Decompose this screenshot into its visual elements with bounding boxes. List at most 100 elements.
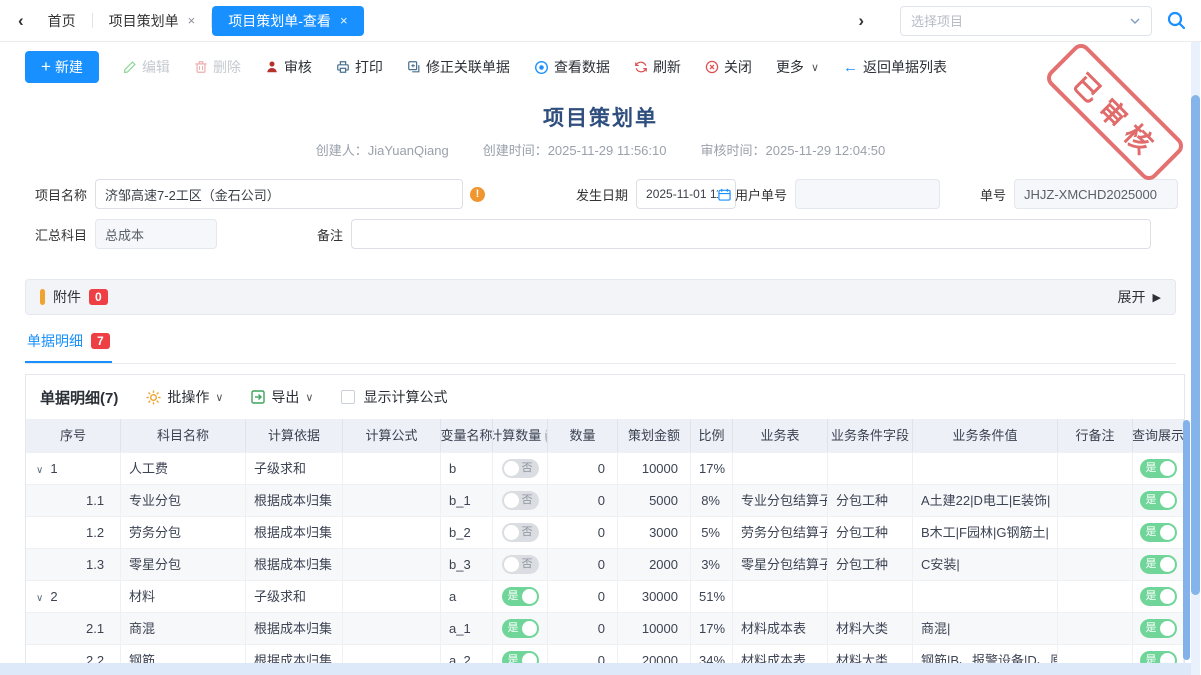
button-label: 编辑 [142,57,170,77]
tab-1[interactable]: 项目策划单× [93,6,212,36]
cell-qty: 0 [548,485,618,516]
calc-qty-toggle[interactable]: 是 [493,581,548,612]
calc-qty-toggle[interactable]: 否 [502,491,539,510]
table-row[interactable]: 2.1商混根据成本归集a_1是01000017%材料成本表材料大类商混|是 [26,612,1184,644]
remark-label: 备注 [317,225,343,244]
page-scrollbar-track[interactable] [1191,42,1200,675]
calc-qty-toggle[interactable]: 否 [493,517,548,548]
display-toggle[interactable]: 是 [1140,555,1177,574]
cell-biz-table: 零星分包结算子 [733,549,828,580]
export-dropdown[interactable]: 导出∨ [251,387,313,407]
remark-field[interactable] [351,219,1151,249]
tab-0[interactable]: 首页 [32,6,92,36]
cell-row-remark [1058,485,1133,516]
horizontal-scrollbar[interactable] [0,663,1191,675]
table-row[interactable]: ∨1人工费子级求和b否01000017%是 [26,452,1184,484]
button-label: 查看数据 [554,57,610,77]
cell-calc-formula [343,613,441,644]
info-icon[interactable]: ! [470,187,485,202]
column-header-13: 查询展示 [1133,419,1184,452]
cell-calc-basis: 根据成本归集 [246,485,343,516]
doc-no-field[interactable]: JHJZ-XMCHD2025000 [1014,179,1178,209]
table-row[interactable]: 1.2劳务分包根据成本归集b_2否030005%劳务分包结算子分包工种B木工|F… [26,516,1184,548]
close-tab-icon[interactable]: × [188,6,196,36]
summary-subject-field[interactable]: 总成本 [95,219,217,249]
cell-amount: 3000 [618,517,691,548]
calc-qty-toggle[interactable]: 否 [502,459,539,478]
expand-button[interactable]: 展开 ▶ [1118,287,1161,307]
table-body: ∨1人工费子级求和b否01000017%是1.1专业分包根据成本归集b_1否05… [26,452,1184,675]
occur-date-field[interactable]: 2025-11-01 11:47: [636,179,736,209]
cell-seq: ∨1 [26,453,121,484]
show-formula-checkbox[interactable]: 显示计算公式 [341,387,447,407]
back-to-list-button[interactable]: ←返回单据列表 [843,57,947,77]
display-toggle[interactable]: 是 [1140,491,1177,510]
cell-biz-table: 劳务分包结算子 [733,517,828,548]
pencil-icon [123,60,137,74]
closecircle-icon [705,60,719,74]
detail-count-badge: 7 [91,333,110,349]
table-row[interactable]: 1.1专业分包根据成本归集b_1否050008%专业分包结算子分包工种A土建22… [26,484,1184,516]
refresh-button[interactable]: 刷新 [634,57,681,77]
display-toggle[interactable]: 是 [1140,587,1177,606]
display-toggle[interactable]: 是 [1140,523,1177,542]
cell-cond-field: 材料大类 [828,613,913,644]
display-toggle[interactable]: 是 [1133,549,1184,580]
cell-variable: a_1 [441,613,493,644]
project-name-field[interactable]: 济邹高速7-2工区（金石公司） [95,179,463,209]
close-tab-icon[interactable]: × [340,6,348,36]
tab-2[interactable]: 项目策划单-查看× [212,6,363,36]
column-header-11: 业务条件值 [913,419,1058,452]
calc-qty-toggle[interactable]: 否 [493,453,548,484]
audit-button[interactable]: 审核 [265,57,312,77]
fix-linked-docs-button[interactable]: 修正关联单据 [407,57,510,77]
edit-button[interactable]: 编辑 [123,57,170,77]
batch-actions-dropdown[interactable]: 批操作∨ [146,387,223,407]
expand-row-icon[interactable]: ∨ [36,465,43,476]
calc-qty-toggle[interactable]: 否 [493,549,548,580]
display-toggle[interactable]: 是 [1140,459,1177,478]
user-no-field[interactable] [795,179,940,209]
display-toggle[interactable]: 是 [1133,485,1184,516]
cell-calc-basis: 根据成本归集 [246,613,343,644]
cell-variable: b [441,453,493,484]
calendar-icon [718,188,731,201]
new-button[interactable]: +新建 [25,51,99,83]
page-scrollbar-thumb[interactable] [1191,95,1200,595]
checkbox-icon [341,390,355,404]
calc-qty-toggle[interactable]: 否 [493,485,548,516]
search-icon[interactable] [1166,10,1187,31]
display-toggle[interactable]: 是 [1133,613,1184,644]
display-toggle[interactable]: 是 [1140,619,1177,638]
table-row[interactable]: ∨2材料子级求和a是03000051%是 [26,580,1184,612]
project-select[interactable]: 选择项目 [900,6,1152,36]
button-label: 刷新 [653,57,681,77]
calc-qty-toggle[interactable]: 是 [493,613,548,644]
display-toggle[interactable]: 是 [1133,453,1184,484]
tab-bar: ‹ 首页项目策划单×项目策划单-查看× › 选择项目 [0,0,1201,42]
calc-qty-toggle[interactable]: 否 [502,555,539,574]
app-window: ‹ 首页项目策划单×项目策划单-查看× › 选择项目 +新建 编辑 删除 审核 打印 修正… [0,0,1201,675]
table-row[interactable]: 1.3零星分包根据成本归集b_3否020003%零星分包结算子分包工种C安装|是 [26,548,1184,580]
print-button[interactable]: 打印 [336,57,383,77]
tabs-scroll-right-icon[interactable]: › [850,11,872,31]
calc-qty-toggle[interactable]: 否 [502,523,539,542]
tabs-scroll-left-icon[interactable]: ‹ [10,11,32,31]
expand-row-icon[interactable]: ∨ [36,593,43,604]
attachment-bar[interactable]: 附件 0 展开 ▶ [25,279,1176,315]
calc-qty-toggle[interactable]: 是 [502,619,539,638]
column-header-3: 计算公式 [343,419,441,452]
cell-biz-table [733,453,828,484]
table-vertical-scrollbar[interactable] [1183,420,1190,660]
close-button[interactable]: 关闭 [705,57,752,77]
calc-qty-toggle[interactable]: 是 [502,587,539,606]
display-toggle[interactable]: 是 [1133,581,1184,612]
delete-button[interactable]: 删除 [194,57,241,77]
more-button[interactable]: 更多∨ [776,57,819,77]
attachment-count-badge: 0 [89,289,108,305]
chevron-down-icon: ∨ [811,61,819,74]
display-toggle[interactable]: 是 [1133,517,1184,548]
chevron-down-icon [1129,15,1141,27]
view-data-button[interactable]: 查看数据 [534,57,610,77]
tab-detail-lines[interactable]: 单据明细 7 [25,331,112,363]
